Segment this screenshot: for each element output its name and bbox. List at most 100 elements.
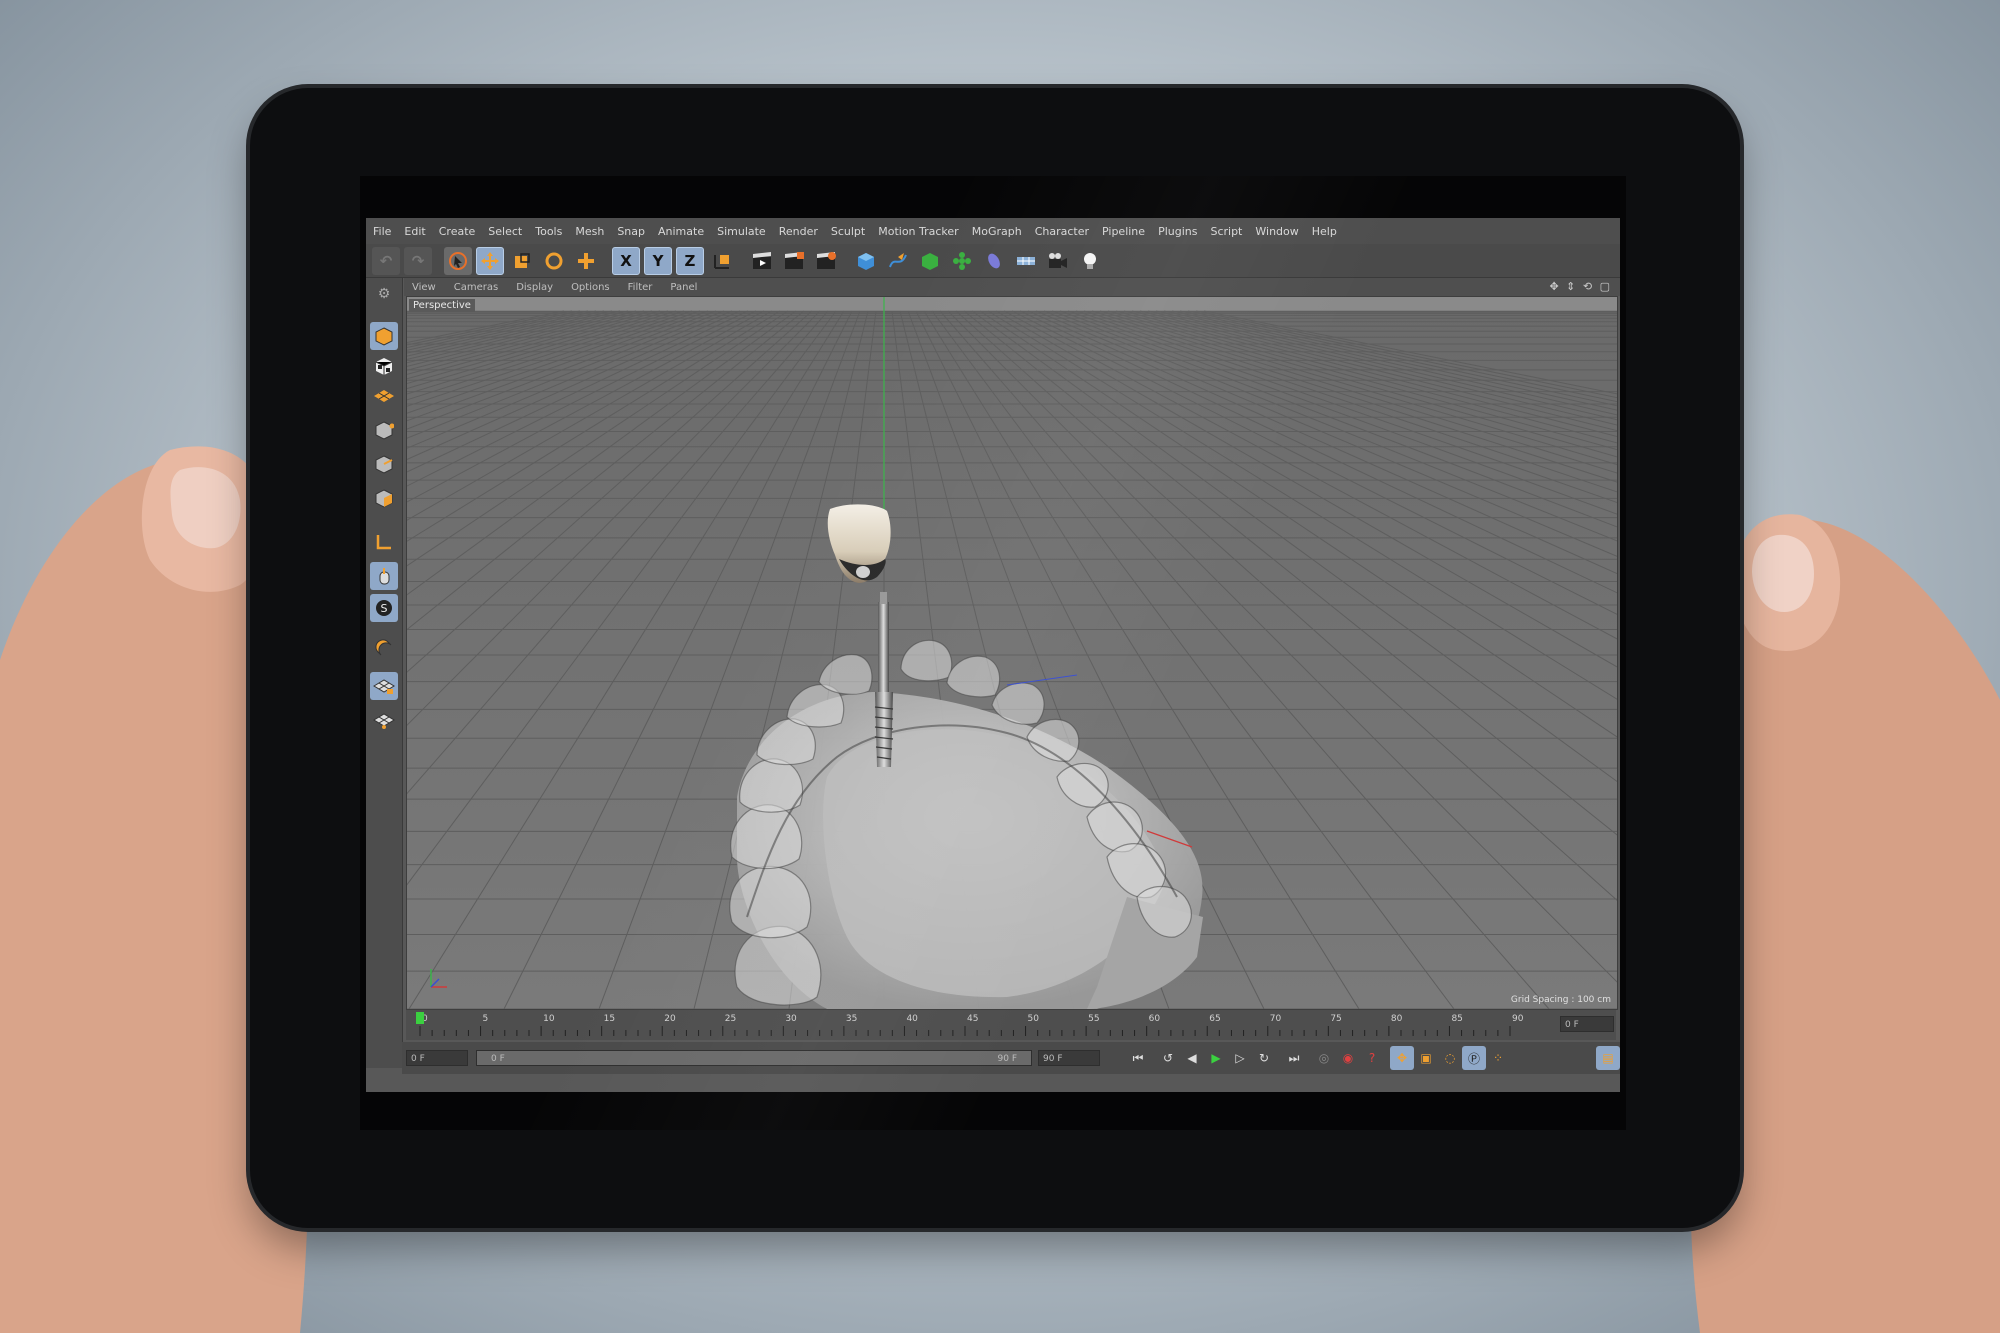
timeline-tick-label: 10 <box>543 1014 555 1024</box>
viewport-menu-display[interactable]: Display <box>516 282 553 293</box>
go-to-start-icon[interactable]: ⏮ <box>1126 1046 1150 1070</box>
svg-text:S: S <box>381 602 388 615</box>
main-toolbar: ↶ ↷ X Y Z <box>366 244 1620 278</box>
subdivision-surface-icon[interactable] <box>916 247 944 275</box>
menu-snap[interactable]: Snap <box>617 225 645 238</box>
range-start-label: 0 F <box>491 1054 505 1064</box>
y-axis-lock[interactable]: Y <box>644 246 672 275</box>
camera-icon[interactable] <box>1044 247 1072 275</box>
cloner-icon[interactable] <box>948 247 976 275</box>
viewport-camera-label[interactable]: Perspective <box>409 299 475 312</box>
spline-pen-icon[interactable] <box>884 247 912 275</box>
left-tool-palette: ⚙ S <box>366 278 403 1068</box>
make-editable-icon[interactable]: ⚙ <box>370 280 398 308</box>
cube-primitive-icon[interactable] <box>852 247 880 275</box>
menu-simulate[interactable]: Simulate <box>717 225 766 238</box>
go-to-end-icon[interactable]: ⏭ <box>1282 1046 1306 1070</box>
rotate-icon[interactable] <box>540 247 568 275</box>
autokey-icon[interactable]: ◉ <box>1336 1046 1360 1070</box>
perspective-viewport[interactable]: Perspective Grid Spacing : 100 cm <box>406 296 1618 1010</box>
key-parameter-icon[interactable]: Ⓟ <box>1462 1046 1486 1070</box>
axis-mode-icon[interactable] <box>370 528 398 556</box>
menu-plugins[interactable]: Plugins <box>1158 225 1197 238</box>
timeline-tick-label: 75 <box>1330 1014 1341 1024</box>
play-icon[interactable]: ▶ <box>1204 1046 1228 1070</box>
timeline-tick-label: 80 <box>1391 1014 1403 1024</box>
timeline-tick-label: 35 <box>846 1014 857 1024</box>
key-scale-icon[interactable]: ▣ <box>1414 1046 1438 1070</box>
viewport-menu-view[interactable]: View <box>412 282 436 293</box>
range-slider[interactable]: 0 F 90 F <box>476 1050 1032 1066</box>
render-view-icon[interactable] <box>748 247 776 275</box>
menu-animate[interactable]: Animate <box>658 225 704 238</box>
x-axis-lock[interactable]: X <box>612 246 640 275</box>
menu-select[interactable]: Select <box>488 225 522 238</box>
viewport-menu-options[interactable]: Options <box>571 282 610 293</box>
playhead[interactable] <box>416 1012 424 1024</box>
menu-help[interactable]: Help <box>1312 225 1337 238</box>
next-key-icon[interactable]: ↻ <box>1252 1046 1276 1070</box>
menu-motion-tracker[interactable]: Motion Tracker <box>878 225 958 238</box>
timeline-ruler[interactable]: 0 5 10 15 20 25 30 35 40 45 50 55 60 65 70 75 80 85 90 0 F <box>406 1010 1616 1040</box>
record-keys-icon[interactable]: ◎ <box>1312 1046 1336 1070</box>
timeline-window-icon[interactable]: ▤ <box>1596 1046 1620 1070</box>
key-rotation-icon[interactable]: ◌ <box>1438 1046 1462 1070</box>
previous-key-icon[interactable]: ↺ <box>1156 1046 1180 1070</box>
snapping-icon[interactable]: S <box>370 594 398 622</box>
add-object-icon[interactable] <box>572 247 600 275</box>
menu-file[interactable]: File <box>373 225 391 238</box>
workplane-mode-icon[interactable] <box>370 380 398 408</box>
move-icon[interactable] <box>476 246 504 275</box>
live-select-icon[interactable] <box>444 246 472 275</box>
menu-tools[interactable]: Tools <box>535 225 562 238</box>
polygons-mode-icon[interactable] <box>370 484 398 512</box>
timeline-tick-label: 30 <box>785 1014 797 1024</box>
menu-render[interactable]: Render <box>779 225 818 238</box>
menu-edit[interactable]: Edit <box>404 225 425 238</box>
timeline-tick-label: 60 <box>1149 1014 1161 1024</box>
coordinate-system-icon[interactable] <box>708 247 736 275</box>
light-icon[interactable] <box>1076 247 1104 275</box>
z-axis-lock[interactable]: Z <box>676 246 704 275</box>
key-position-icon[interactable]: ✥ <box>1390 1046 1414 1070</box>
model-mode-icon[interactable] <box>370 322 398 350</box>
texture-mode-icon[interactable] <box>370 352 398 380</box>
menu-bar: File Edit Create Select Tools Mesh Snap … <box>366 218 1620 244</box>
menu-create[interactable]: Create <box>439 225 476 238</box>
y-axis-label: Y <box>652 251 664 270</box>
menu-script[interactable]: Script <box>1210 225 1242 238</box>
previous-frame-icon[interactable]: ◀ <box>1180 1046 1204 1070</box>
menu-character[interactable]: Character <box>1035 225 1089 238</box>
keyframe-selection-icon[interactable]: ? <box>1360 1046 1384 1070</box>
menu-mesh[interactable]: Mesh <box>575 225 604 238</box>
redo-icon[interactable]: ↷ <box>404 246 432 275</box>
max-frame-field[interactable]: 90 F <box>1038 1050 1100 1066</box>
menu-window[interactable]: Window <box>1255 225 1298 238</box>
deformer-icon[interactable] <box>980 247 1008 275</box>
menu-mograph[interactable]: MoGraph <box>972 225 1022 238</box>
edges-mode-icon[interactable] <box>370 450 398 478</box>
next-frame-icon[interactable]: ▷ <box>1228 1046 1252 1070</box>
undo-icon[interactable]: ↶ <box>372 246 400 275</box>
x-axis-label: X <box>620 251 632 270</box>
viewport-navigation-icons[interactable]: ✥ ⇕ ⟲ ▢ <box>1549 280 1612 293</box>
timeline-tick-label: 45 <box>967 1014 978 1024</box>
menu-pipeline[interactable]: Pipeline <box>1102 225 1145 238</box>
points-mode-icon[interactable] <box>370 416 398 444</box>
key-point-level-icon[interactable]: ⁘ <box>1486 1046 1510 1070</box>
planar-workplane-icon[interactable] <box>370 706 398 734</box>
render-picture-viewer-icon[interactable] <box>780 247 808 275</box>
viewport-menu-panel[interactable]: Panel <box>670 282 697 293</box>
current-frame-right-field[interactable]: 0 F <box>1560 1016 1614 1032</box>
viewport-menu-cameras[interactable]: Cameras <box>454 282 498 293</box>
render-settings-icon[interactable] <box>812 247 840 275</box>
viewport-menu-filter[interactable]: Filter <box>628 282 653 293</box>
menu-sculpt[interactable]: Sculpt <box>831 225 865 238</box>
magnet-icon[interactable] <box>370 634 398 662</box>
scale-icon[interactable] <box>508 247 536 275</box>
tweak-mode-icon[interactable] <box>370 562 398 590</box>
timeline-tick-label: 15 <box>604 1014 615 1024</box>
min-frame-field[interactable]: 0 F <box>406 1050 468 1066</box>
locked-workplane-icon[interactable] <box>370 672 398 700</box>
floor-icon[interactable] <box>1012 247 1040 275</box>
